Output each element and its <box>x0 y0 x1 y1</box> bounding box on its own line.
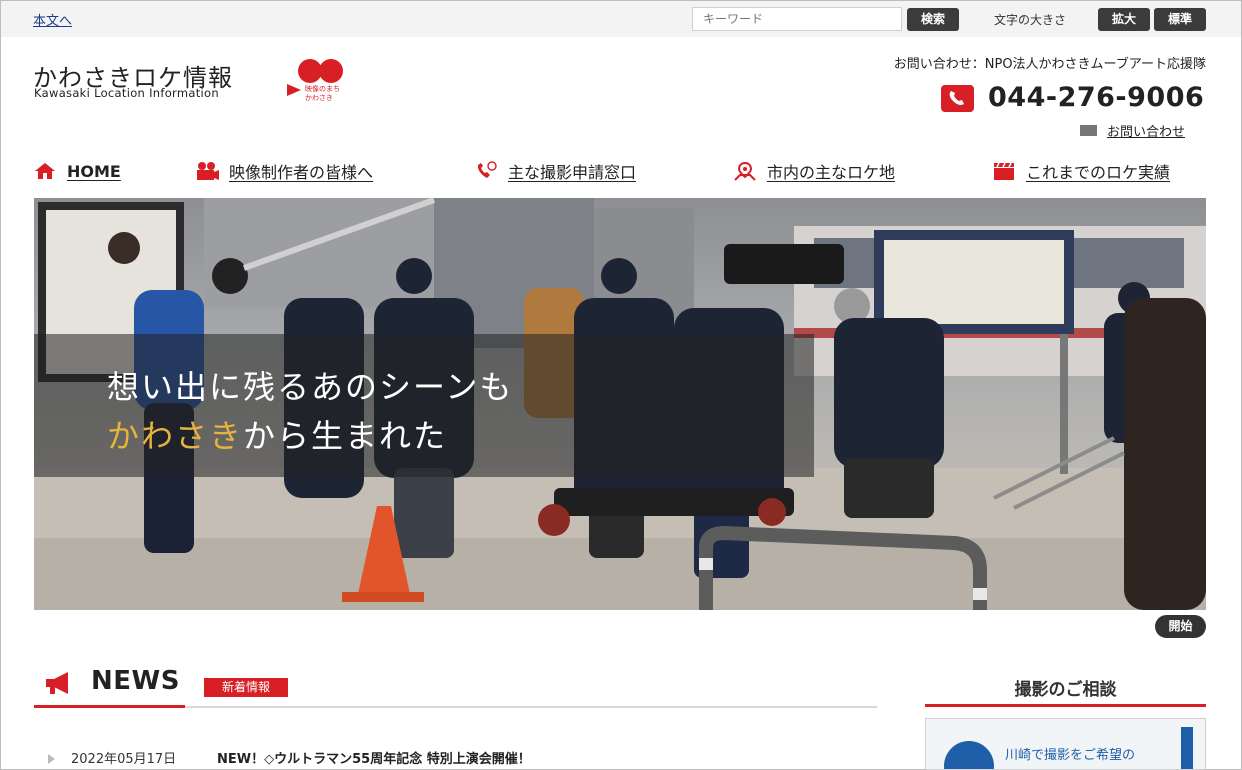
nav-item-locations[interactable]: 市内の主なロケ地 <box>733 158 895 184</box>
nav-label-home: HOME <box>67 161 121 181</box>
hero-caption-line1: 想い出に残るあのシーンも <box>107 368 514 406</box>
nav-label-permit-offices: 主な撮影申請窓口 <box>508 163 637 182</box>
consultation-text: 川崎で撮影をご希望の <box>1005 748 1136 763</box>
search-input[interactable] <box>692 7 902 31</box>
news-badge: 新着情報 <box>204 678 288 697</box>
map-icon <box>733 160 757 182</box>
nav-item-permit-offices[interactable]: 主な撮影申請窓口 <box>474 158 636 184</box>
camera-icon <box>195 160 219 182</box>
home-icon <box>33 160 57 182</box>
phone-icon <box>941 85 974 112</box>
nav-label-locations: 市内の主なロケ地 <box>767 163 896 182</box>
hero-caption-accent: かわさき <box>107 417 244 455</box>
logo-mark-text-1: 映像のまち <box>305 84 340 93</box>
nav-item-past-shoots[interactable]: これまでのロケ実績 <box>992 158 1170 184</box>
clapperboard-icon <box>992 160 1016 182</box>
news-item-link[interactable]: NEW！◇ウルトラマン55周年記念 特別上演会開催！ <box>217 748 531 767</box>
phone-icon <box>474 160 498 182</box>
standard-font-button[interactable]: 標準 <box>1154 8 1206 31</box>
mail-icon <box>1080 125 1097 136</box>
logo-mark-icon: 映像のまち かわさき <box>287 59 343 102</box>
slideshow-start-button[interactable]: 開始 <box>1155 615 1206 638</box>
nav-item-filmmakers[interactable]: 映像制作者の皆様へ <box>195 158 373 184</box>
hero-slideshow[interactable]: 想い出に残るあのシーンも かわさきから生まれた <box>34 198 1206 610</box>
phone-number[interactable]: 044-276-9006 <box>988 82 1204 113</box>
consultation-title: 撮影のご相談 <box>1014 680 1117 700</box>
contact-organization: お問い合わせ：NPO法人かわさきムーブアート応援隊 <box>893 57 1206 72</box>
news-item-date: 2022年05月17日 <box>71 752 177 767</box>
consultation-banner[interactable]: 川崎で撮影をご希望の <box>925 718 1206 770</box>
search-button[interactable]: 検索 <box>907 8 959 31</box>
skip-to-content-link[interactable]: 本文へ <box>33 10 72 29</box>
megaphone-icon <box>46 672 68 694</box>
hero-caption-line2: かわさきから生まれた <box>107 411 447 457</box>
chevron-right-icon <box>48 754 55 764</box>
inquiry-link[interactable]: お問い合わせ <box>1107 121 1185 140</box>
site-logo-subtitle: Kawasaki Location Information <box>34 86 219 100</box>
news-divider-accent <box>34 705 185 708</box>
news-section-title: NEWS <box>91 666 180 696</box>
nav-label-past-shoots: これまでのロケ実績 <box>1026 163 1171 182</box>
nav-item-home[interactable]: HOME <box>33 158 121 184</box>
nav-label-filmmakers: 映像制作者の皆様へ <box>229 163 374 182</box>
enlarge-font-button[interactable]: 拡大 <box>1098 8 1150 31</box>
consultation-divider <box>925 704 1206 707</box>
film-camera-icon <box>944 741 994 769</box>
consultation-accent-bar <box>1181 727 1193 769</box>
font-size-label: 文字の大きさ <box>994 13 1067 27</box>
logo-mark-text-2: かわさき <box>305 94 333 102</box>
hero-caption-rest: から生まれた <box>243 417 448 455</box>
